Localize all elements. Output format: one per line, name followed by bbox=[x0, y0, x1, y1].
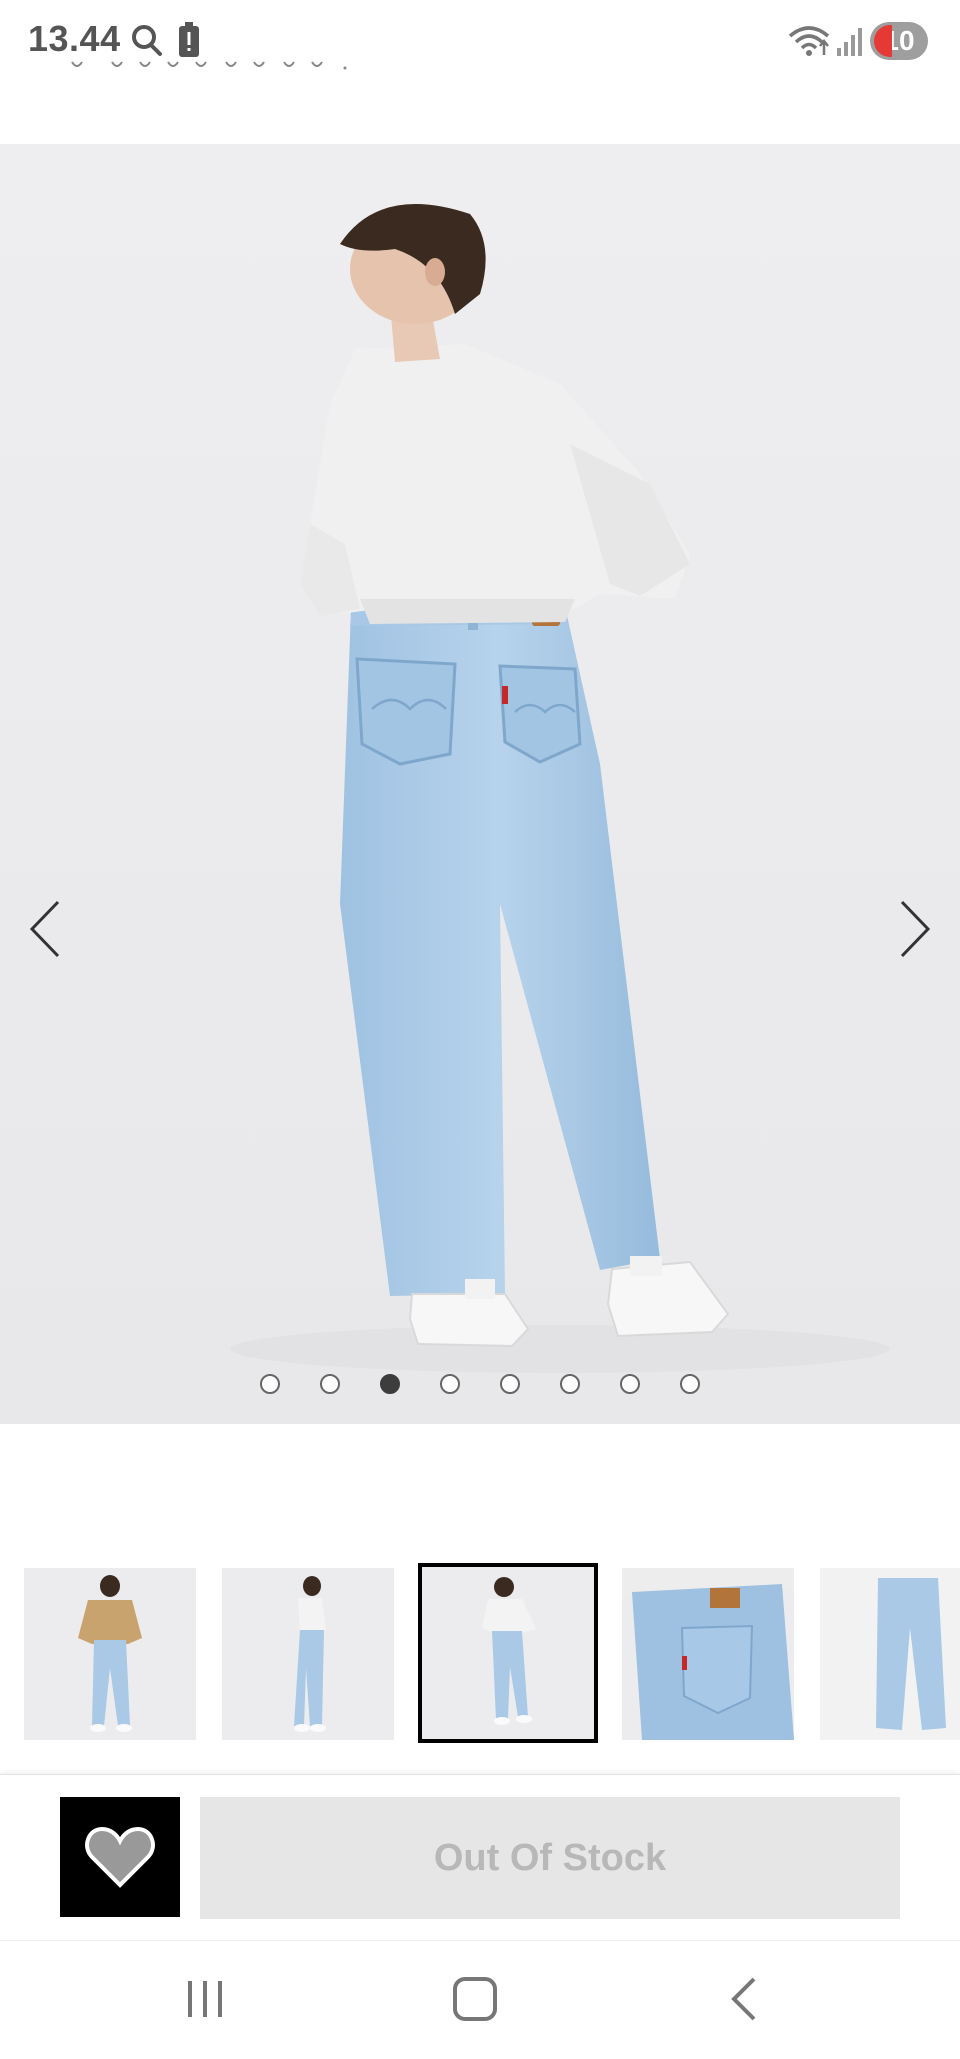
recent-apps-button[interactable] bbox=[170, 1969, 240, 2029]
back-button[interactable] bbox=[710, 1969, 780, 2029]
out-of-stock-button[interactable]: Out Of Stock bbox=[200, 1797, 900, 1919]
wishlist-button[interactable] bbox=[60, 1797, 180, 1917]
battery-alert-icon bbox=[178, 22, 200, 63]
system-navigation-bar bbox=[0, 1940, 960, 2059]
thumbnail-back-pocket-detail-image bbox=[622, 1568, 794, 1740]
pagination-dot-2[interactable] bbox=[320, 1374, 340, 1394]
thumbnail-front-jacket[interactable] bbox=[24, 1568, 196, 1740]
pagination-dot-5[interactable] bbox=[500, 1374, 520, 1394]
search-icon bbox=[130, 22, 164, 63]
thumbnail-side-view[interactable] bbox=[222, 1568, 394, 1740]
thumbnail-side-view-image bbox=[222, 1568, 394, 1740]
pagination-dot-6[interactable] bbox=[560, 1374, 580, 1394]
notification-count-badge: 10 bbox=[870, 22, 928, 60]
pagination-dot-7[interactable] bbox=[620, 1374, 640, 1394]
pagination-dot-1[interactable] bbox=[260, 1374, 280, 1394]
status-time: 13.44 bbox=[28, 18, 121, 59]
chevron-left-icon bbox=[29, 900, 60, 958]
product-main-image[interactable] bbox=[0, 144, 960, 1424]
pagination-dot-3-active[interactable] bbox=[380, 1374, 400, 1394]
thumbnail-back-view-image bbox=[422, 1567, 594, 1739]
wifi-icon bbox=[788, 24, 830, 63]
image-pagination bbox=[0, 1374, 960, 1394]
recent-apps-icon bbox=[188, 1981, 222, 2017]
thumbnail-flat-lay[interactable] bbox=[820, 1568, 960, 1740]
scrolled-content-edge bbox=[0, 60, 960, 74]
chevron-right-icon bbox=[900, 900, 931, 958]
home-icon bbox=[453, 1977, 497, 2021]
home-button[interactable] bbox=[440, 1969, 510, 2029]
previous-image-button[interactable] bbox=[18, 894, 78, 964]
thumbnail-flat-lay-image bbox=[820, 1568, 960, 1740]
heart-icon bbox=[85, 1826, 155, 1888]
pagination-dot-4[interactable] bbox=[440, 1374, 460, 1394]
product-photo-back-view bbox=[0, 144, 960, 1424]
pagination-dot-8[interactable] bbox=[680, 1374, 700, 1394]
signal-icon bbox=[836, 26, 864, 61]
thumbnail-strip[interactable] bbox=[0, 1562, 960, 1746]
thumbnail-back-view-selected[interactable] bbox=[418, 1563, 598, 1743]
back-icon bbox=[731, 1977, 756, 2021]
thumbnail-front-jacket-image bbox=[24, 1568, 196, 1740]
next-image-button[interactable] bbox=[882, 894, 942, 964]
action-bar: Out Of Stock bbox=[0, 1774, 960, 1940]
thumbnail-back-pocket-detail[interactable] bbox=[622, 1568, 794, 1740]
